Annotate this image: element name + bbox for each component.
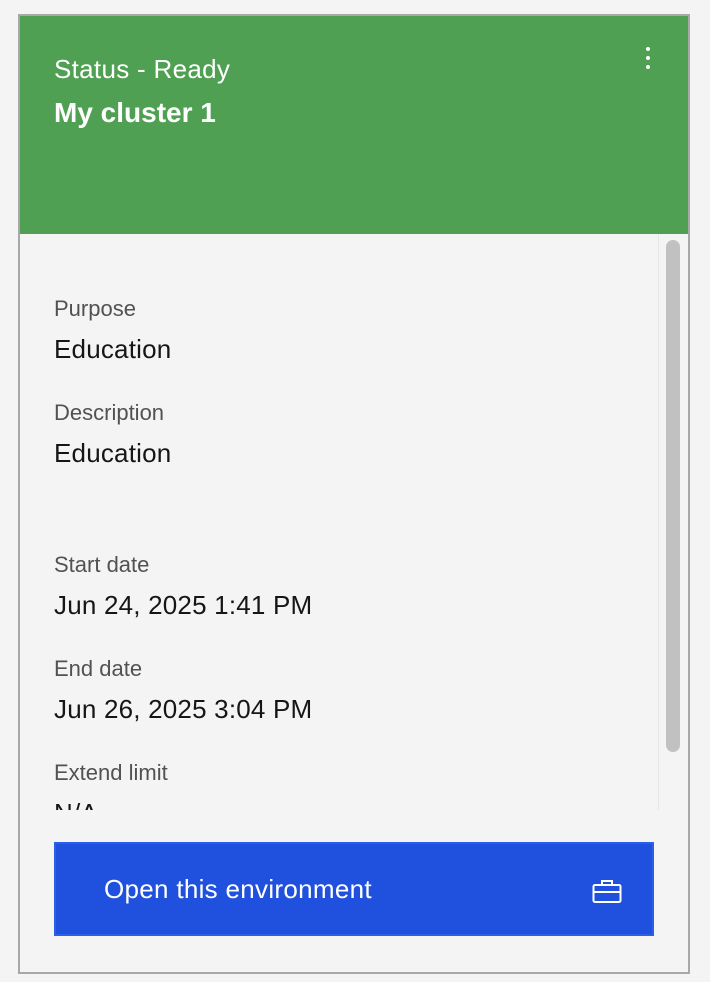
overflow-dot [646, 47, 650, 51]
extend-limit-value: N/A [54, 798, 98, 810]
overflow-dot [646, 56, 650, 60]
purpose-value: Education [54, 334, 172, 364]
card-header: Status - Ready My cluster 1 [20, 16, 688, 234]
open-environment-label: Open this environment [104, 874, 372, 904]
status-text: Status - Ready [54, 54, 231, 84]
scrollbar-thumb[interactable] [666, 240, 680, 752]
start-date-value: Jun 24, 2025 1:41 PM [54, 590, 313, 620]
description-label: Description [54, 400, 165, 425]
open-environment-button[interactable]: Open this environment [54, 842, 654, 936]
purpose-label: Purpose [54, 296, 136, 321]
environment-card: Status - Ready My cluster 1 Purpose Educ… [18, 14, 690, 974]
start-date-label: Start date [54, 552, 150, 577]
description-value: Education [54, 438, 172, 468]
overflow-dot [646, 65, 650, 69]
overflow-menu-icon[interactable] [634, 42, 662, 76]
end-date-value: Jun 26, 2025 3:04 PM [54, 694, 313, 724]
extend-limit-label: Extend limit [54, 760, 168, 785]
end-date-label: End date [54, 656, 143, 681]
details-panel[interactable]: Purpose Education Description Education … [20, 234, 688, 810]
briefcase-icon [592, 880, 622, 903]
cluster-title: My cluster 1 [54, 97, 216, 128]
